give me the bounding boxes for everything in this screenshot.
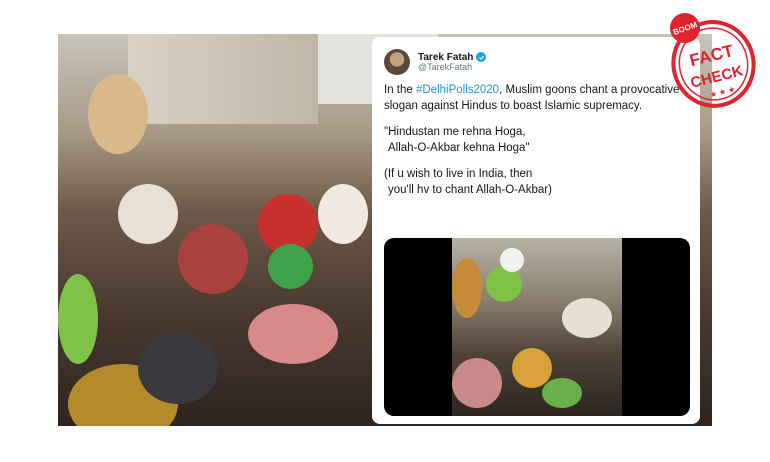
photo-crowd-figure bbox=[138, 334, 218, 404]
photo-crowd-figure bbox=[178, 224, 248, 294]
photo-crowd-figure bbox=[268, 244, 313, 289]
photo-building bbox=[128, 34, 318, 124]
photo-crowd-figure bbox=[118, 184, 178, 244]
photo-crowd-figure bbox=[318, 184, 368, 244]
tweet-video[interactable] bbox=[384, 238, 690, 416]
video-crowd-figure bbox=[486, 266, 522, 302]
video-frame bbox=[452, 238, 622, 416]
translation-line-1: (If u wish to live in India, then bbox=[384, 168, 533, 180]
video-crowd-figure bbox=[512, 348, 552, 388]
photo-crowd-figure bbox=[248, 304, 338, 364]
video-crowd-figure bbox=[542, 378, 582, 408]
photo-crowd-figure bbox=[58, 274, 98, 364]
tweet-paragraph-main: In the #DelhiPolls2020, Muslim goons cha… bbox=[384, 83, 688, 114]
quote-line-1: "Hindustan me rehna Hoga, bbox=[384, 126, 526, 138]
tweet-header: Tarek Fatah @TarekFatah bbox=[384, 47, 688, 77]
video-crowd-figure bbox=[452, 358, 502, 408]
video-crowd-figure bbox=[452, 258, 482, 318]
author-name[interactable]: Tarek Fatah bbox=[418, 52, 473, 63]
author-name-row: Tarek Fatah bbox=[418, 52, 487, 63]
tweet-card: Tarek Fatah @TarekFatah In the #DelhiPol… bbox=[372, 37, 700, 424]
author-info: Tarek Fatah @TarekFatah bbox=[418, 52, 487, 73]
tweet-text-prefix: In the bbox=[384, 84, 416, 96]
hashtag-link[interactable]: #DelhiPolls2020 bbox=[416, 84, 499, 96]
author-handle[interactable]: @TarekFatah bbox=[418, 62, 486, 73]
tweet-paragraph-translation: (If u wish to live in India, then you'll … bbox=[384, 167, 688, 198]
verified-badge-icon bbox=[476, 52, 487, 63]
author-avatar[interactable] bbox=[384, 49, 410, 75]
video-crowd-figure bbox=[562, 298, 612, 338]
quote-line-2: Allah-O-Akbar kehna Hoga" bbox=[388, 141, 530, 154]
video-crowd-figure bbox=[500, 248, 524, 272]
photo-crowd-figure bbox=[88, 74, 148, 154]
tweet-paragraph-quote: "Hindustan me rehna Hoga, Allah-O-Akbar k… bbox=[384, 125, 688, 156]
translation-line-2: you'll hv to chant Allah-O-Akbar) bbox=[388, 183, 552, 196]
tweet-text: In the #DelhiPolls2020, Muslim goons cha… bbox=[384, 83, 688, 198]
stamp-star-icon: ★ ★ ★ bbox=[709, 85, 736, 100]
fact-check-stamp: FACT CHECK ★ ★ ★ BOOM bbox=[660, 4, 766, 116]
